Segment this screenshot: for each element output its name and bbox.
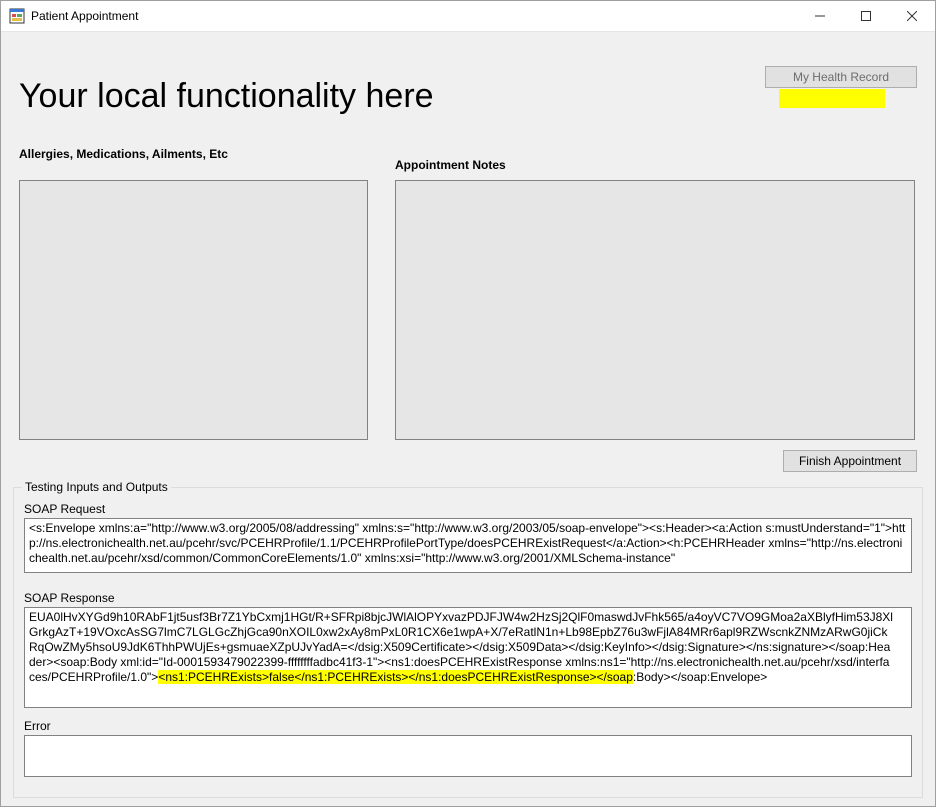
soap-response-label: SOAP Response <box>24 591 115 605</box>
appointment-notes-label: Appointment Notes <box>395 158 506 172</box>
finish-appointment-button[interactable]: Finish Appointment <box>783 450 917 472</box>
testing-groupbox: Testing Inputs and Outputs SOAP Request … <box>13 487 923 798</box>
soap-request-label: SOAP Request <box>24 502 105 516</box>
appointment-notes-textarea[interactable] <box>395 180 915 440</box>
error-label: Error <box>24 719 51 733</box>
my-health-record-button[interactable]: My Health Record <box>765 66 917 88</box>
page-heading: Your local functionality here <box>19 77 434 116</box>
close-button[interactable] <box>889 1 935 31</box>
soap-response-highlight: <ns1:PCEHRExists>false</ns1:PCEHRExists>… <box>158 670 633 684</box>
error-textarea[interactable] <box>24 735 912 777</box>
highlight-marker <box>779 89 885 108</box>
form-icon <box>9 8 25 24</box>
groupbox-legend: Testing Inputs and Outputs <box>22 480 171 494</box>
soap-request-textarea[interactable] <box>24 518 912 573</box>
window-title: Patient Appointment <box>31 9 138 23</box>
soap-response-text-post: :Body></soap:Envelope> <box>633 670 767 684</box>
client-area: Your local functionality here My Health … <box>1 32 935 806</box>
app-window: Patient Appointment Your local functiona… <box>0 0 936 807</box>
titlebar: Patient Appointment <box>1 1 935 32</box>
maximize-button[interactable] <box>843 1 889 31</box>
allergies-textarea[interactable] <box>19 180 368 440</box>
allergies-label: Allergies, Medications, Ailments, Etc <box>19 147 228 161</box>
minimize-button[interactable] <box>797 1 843 31</box>
soap-response-textarea[interactable]: EUA0lHvXYGd9h10RAbF1jt5usf3Br7Z1YbCxmj1H… <box>24 607 912 708</box>
